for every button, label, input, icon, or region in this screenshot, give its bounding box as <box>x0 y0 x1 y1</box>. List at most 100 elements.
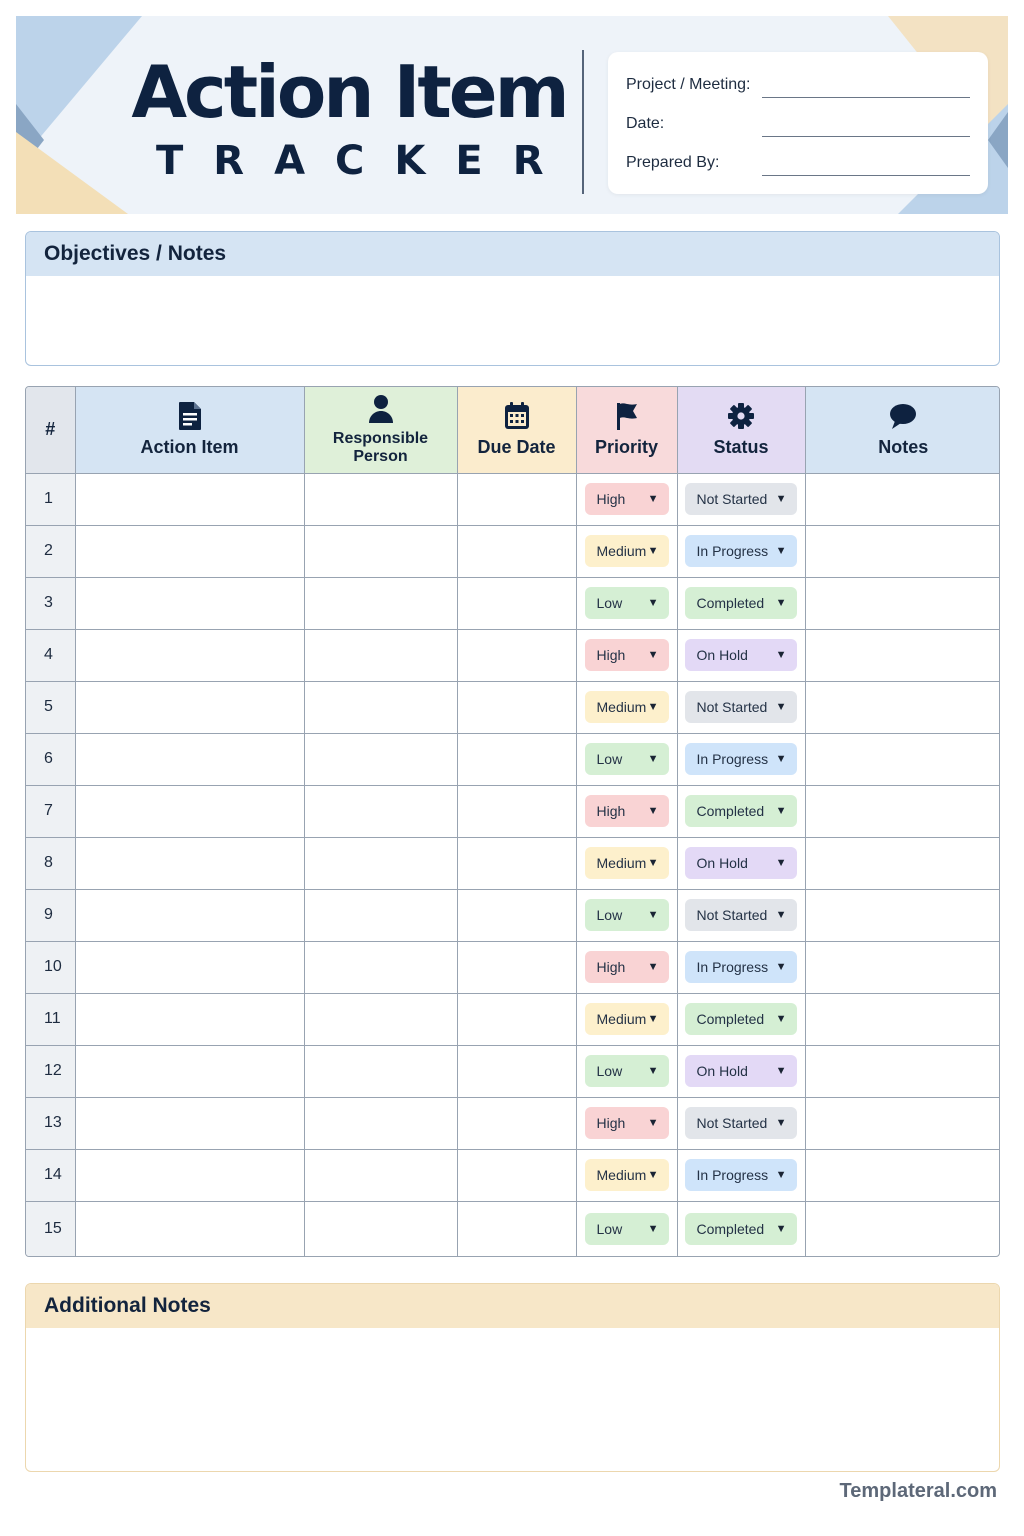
priority-dropdown[interactable]: Low ▼ <box>584 1055 669 1087</box>
status-dropdown[interactable]: Not Started ▼ <box>684 483 797 515</box>
priority-dropdown[interactable]: Medium ▼ <box>584 691 669 723</box>
due-date-cell[interactable] <box>456 732 577 786</box>
status-value: Not Started <box>696 907 768 923</box>
responsible-person-cell[interactable] <box>303 524 458 578</box>
responsible-person-cell[interactable] <box>303 680 458 734</box>
action-items-table: # Action Item Responsible Person Due Dat… <box>25 386 1000 1257</box>
due-date-cell[interactable] <box>456 628 577 682</box>
priority-dropdown[interactable]: Low ▼ <box>584 899 669 931</box>
notes-cell[interactable] <box>804 576 999 630</box>
due-date-cell[interactable] <box>456 836 577 890</box>
priority-dropdown[interactable]: Medium ▼ <box>584 847 669 879</box>
meta-project-field[interactable] <box>762 97 970 98</box>
status-dropdown[interactable]: On Hold ▼ <box>684 847 797 879</box>
responsible-person-cell[interactable] <box>303 888 458 942</box>
priority-dropdown[interactable]: Medium ▼ <box>584 1159 669 1191</box>
additional-notes-area[interactable] <box>26 1328 999 1471</box>
due-date-cell[interactable] <box>456 940 577 994</box>
notes-cell[interactable] <box>804 732 999 786</box>
due-date-cell[interactable] <box>456 576 577 630</box>
responsible-person-cell[interactable] <box>303 1200 458 1256</box>
action-item-cell[interactable] <box>74 576 305 630</box>
status-dropdown[interactable]: In Progress ▼ <box>684 951 797 983</box>
due-date-cell[interactable] <box>456 472 577 526</box>
action-item-cell[interactable] <box>74 784 305 838</box>
priority-dropdown[interactable]: Medium ▼ <box>584 1003 669 1035</box>
meta-date-field[interactable] <box>762 136 970 137</box>
priority-cell: Low ▼ <box>575 732 678 786</box>
action-item-cell[interactable] <box>74 680 305 734</box>
priority-dropdown[interactable]: High ▼ <box>584 795 669 827</box>
action-item-cell[interactable] <box>74 1200 305 1256</box>
notes-cell[interactable] <box>804 784 999 838</box>
responsible-person-cell[interactable] <box>303 1096 458 1150</box>
due-date-cell[interactable] <box>456 680 577 734</box>
action-item-cell[interactable] <box>74 992 305 1046</box>
notes-cell[interactable] <box>804 1096 999 1150</box>
notes-cell[interactable] <box>804 1200 999 1256</box>
notes-cell[interactable] <box>804 1148 999 1202</box>
priority-dropdown[interactable]: High ▼ <box>584 1107 669 1139</box>
notes-cell[interactable] <box>804 472 999 526</box>
notes-cell[interactable] <box>804 888 999 942</box>
status-dropdown[interactable]: Completed ▼ <box>684 1003 797 1035</box>
priority-dropdown[interactable]: High ▼ <box>584 483 669 515</box>
action-item-cell[interactable] <box>74 1044 305 1098</box>
priority-dropdown[interactable]: High ▼ <box>584 639 669 671</box>
meta-prepared-field[interactable] <box>762 175 970 176</box>
responsible-person-cell[interactable] <box>303 472 458 526</box>
status-dropdown[interactable]: In Progress ▼ <box>684 1159 797 1191</box>
due-date-cell[interactable] <box>456 1148 577 1202</box>
due-date-cell[interactable] <box>456 784 577 838</box>
responsible-person-cell[interactable] <box>303 836 458 890</box>
objectives-area[interactable] <box>26 276 999 365</box>
priority-dropdown[interactable]: Low ▼ <box>584 743 669 775</box>
action-item-cell[interactable] <box>74 732 305 786</box>
responsible-person-cell[interactable] <box>303 576 458 630</box>
status-dropdown[interactable]: Completed ▼ <box>684 795 797 827</box>
action-item-cell[interactable] <box>74 1096 305 1150</box>
responsible-person-cell[interactable] <box>303 1148 458 1202</box>
action-item-cell[interactable] <box>74 472 305 526</box>
notes-cell[interactable] <box>804 524 999 578</box>
priority-dropdown[interactable]: Low ▼ <box>584 1212 669 1245</box>
status-dropdown[interactable]: In Progress ▼ <box>684 743 797 775</box>
action-item-cell[interactable] <box>74 1148 305 1202</box>
status-dropdown[interactable]: Completed ▼ <box>684 587 797 619</box>
priority-dropdown[interactable]: Low ▼ <box>584 587 669 619</box>
status-dropdown[interactable]: On Hold ▼ <box>684 1055 797 1087</box>
action-item-cell[interactable] <box>74 940 305 994</box>
priority-dropdown[interactable]: High ▼ <box>584 951 669 983</box>
status-dropdown[interactable]: In Progress ▼ <box>684 535 797 567</box>
action-item-cell[interactable] <box>74 628 305 682</box>
status-dropdown[interactable]: Completed ▼ <box>684 1212 797 1245</box>
responsible-person-cell[interactable] <box>303 1044 458 1098</box>
action-item-cell[interactable] <box>74 524 305 578</box>
due-date-cell[interactable] <box>456 992 577 1046</box>
due-date-cell[interactable] <box>456 1096 577 1150</box>
meta-date-label: Date: <box>626 115 665 132</box>
responsible-person-cell[interactable] <box>303 784 458 838</box>
responsible-person-cell[interactable] <box>303 628 458 682</box>
responsible-person-cell[interactable] <box>303 732 458 786</box>
notes-cell[interactable] <box>804 992 999 1046</box>
notes-cell[interactable] <box>804 628 999 682</box>
calendar-icon <box>458 401 576 435</box>
status-dropdown[interactable]: On Hold ▼ <box>684 639 797 671</box>
notes-cell[interactable] <box>804 836 999 890</box>
responsible-person-cell[interactable] <box>303 940 458 994</box>
status-dropdown[interactable]: Not Started ▼ <box>684 691 797 723</box>
due-date-cell[interactable] <box>456 1044 577 1098</box>
due-date-cell[interactable] <box>456 888 577 942</box>
priority-dropdown[interactable]: Medium ▼ <box>584 535 669 567</box>
due-date-cell[interactable] <box>456 524 577 578</box>
action-item-cell[interactable] <box>74 888 305 942</box>
status-dropdown[interactable]: Not Started ▼ <box>684 1107 797 1139</box>
due-date-cell[interactable] <box>456 1200 577 1256</box>
notes-cell[interactable] <box>804 680 999 734</box>
action-item-cell[interactable] <box>74 836 305 890</box>
notes-cell[interactable] <box>804 1044 999 1098</box>
status-dropdown[interactable]: Not Started ▼ <box>684 899 797 931</box>
responsible-person-cell[interactable] <box>303 992 458 1046</box>
notes-cell[interactable] <box>804 940 999 994</box>
